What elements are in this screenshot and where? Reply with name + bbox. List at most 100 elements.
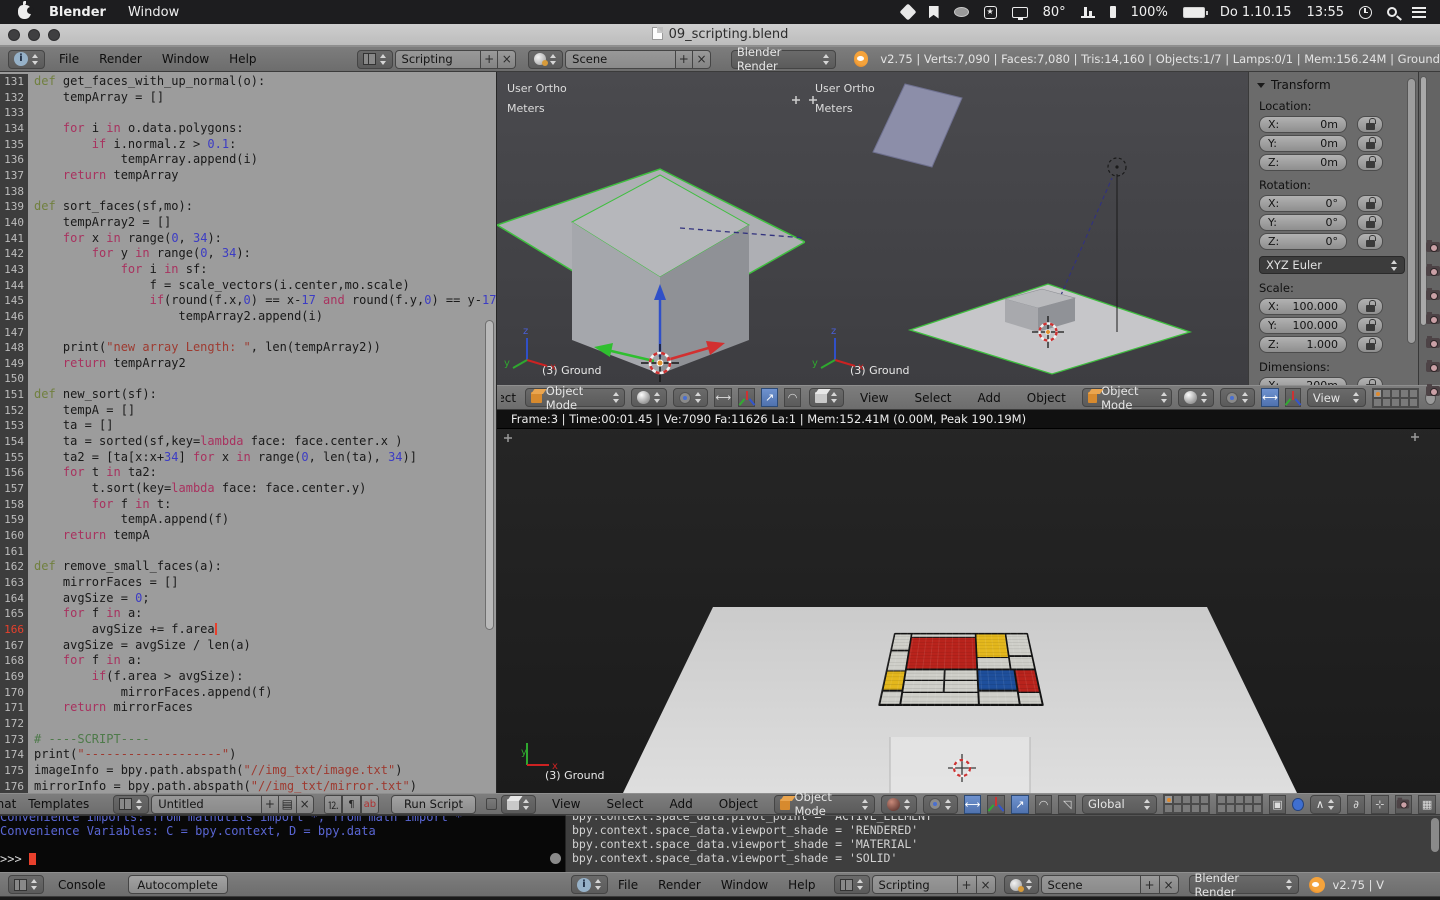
code-line[interactable]: 131def get_faces_with_up_normal(o): [0,74,496,90]
info-log[interactable]: bpy.context.space_data.pivot_point = 'AC… [565,815,1440,872]
code-line[interactable]: 158 for f in t: [0,497,496,513]
help-menu[interactable]: Help [788,878,815,892]
transform-value-field[interactable]: Y:100.000 [1259,317,1347,334]
code-line[interactable]: 169 if(f.area > avgSize): [0,669,496,685]
manipulate-center-points-toggle[interactable]: ⟷ [964,795,982,814]
lock-toggle[interactable] [1357,214,1383,231]
editor-type-select[interactable] [809,388,844,407]
add-menu[interactable]: Add [670,797,693,811]
register-checkbox[interactable] [486,798,497,810]
mode-select[interactable]: Object Mode [525,388,625,407]
snap-magnet-icon[interactable]: ∂ [1347,795,1365,814]
layer-cell[interactable] [1373,389,1382,398]
lock-toggle[interactable] [1357,195,1383,212]
pivot-select[interactable] [673,388,708,407]
code-line[interactable]: 167 avgSize = avgSize / len(a) [0,638,496,654]
window-menu-blender[interactable]: Window [721,878,768,892]
code-line[interactable]: 163 mirrorFaces = [] [0,575,496,591]
add-layout-button[interactable]: + [481,50,499,69]
code-line[interactable]: 175imageInfo = bpy.path.abspath("//img_t… [0,763,496,779]
delete-scene-button[interactable]: × [1160,875,1179,894]
layer-cell[interactable] [1173,795,1182,804]
lock-toggle[interactable] [1357,233,1383,250]
viewport-top-right[interactable]: z x y User Ortho Meters (3) Ground [805,72,1248,385]
code-line[interactable]: 133 [0,105,496,121]
add-layout-button[interactable]: + [958,875,977,894]
transform-value-field[interactable]: Y:0° [1259,214,1347,231]
scale-manipulator-button[interactable]: ◹ [1058,795,1076,814]
dropbox-icon[interactable] [899,4,916,21]
pivot-select[interactable] [1220,388,1255,407]
code-line[interactable]: 153 ta = [] [0,418,496,434]
code-line[interactable]: 165 for f in a: [0,606,496,622]
code-line[interactable]: 134 for i in o.data.polygons: [0,121,496,137]
editor-type-button[interactable]: i [8,50,45,69]
translate-manipulator-button[interactable]: ↗ [761,388,778,407]
code-line[interactable]: 143 for i in sf: [0,262,496,278]
lego-mondrian-mosaic[interactable] [878,633,1044,706]
code-line[interactable]: 140 tempArray2 = [] [0,215,496,231]
lock-toggle[interactable] [1357,377,1383,385]
scene-field[interactable]: Scene [1041,875,1141,894]
scene-field[interactable]: Scene [565,50,675,69]
viewport-shading-select[interactable] [881,795,917,814]
translate-manipulator-button[interactable]: ↗ [1011,795,1029,814]
text-editor[interactable]: 131def get_faces_with_up_normal(o):132 t… [0,72,497,793]
code-line[interactable]: 144 f = scale_vectors(i.center,mo.scale) [0,278,496,294]
layer-cell[interactable] [1182,804,1191,813]
layer-cell[interactable] [1173,804,1182,813]
manipulate-center-points-toggle[interactable]: ⟷ [1261,388,1279,407]
transform-value-field[interactable]: X:100.000 [1259,298,1347,315]
object-menu[interactable]: Object [719,797,758,811]
scene-icon-button[interactable] [528,50,563,69]
layers-grid-2[interactable] [1216,794,1263,814]
editor-type-select[interactable] [501,795,536,814]
viewport-shading-select[interactable] [631,388,667,407]
properties-tab-camera-icon[interactable] [1426,314,1440,324]
layer-cell[interactable] [1164,804,1173,813]
layer-cell[interactable] [1382,398,1391,407]
viewport-main[interactable]: y x (3) Ground [497,410,1440,793]
code-line[interactable]: 170 mirrorFaces.append(f) [0,685,496,701]
volume-bar-icon[interactable] [1110,6,1116,18]
code-line[interactable]: 132 tempArray = [] [0,90,496,106]
editor-type-button[interactable]: i [571,875,608,894]
code-line[interactable]: 139def sort_faces(sf,mo): [0,199,496,215]
open-text-button[interactable]: ▤ [279,795,296,814]
layer-cell[interactable] [1400,398,1409,407]
mode-select[interactable]: Object Mode [774,795,875,814]
disc-icon[interactable] [954,7,969,17]
temperature-status[interactable]: 80° [1043,5,1066,20]
render-menu[interactable]: Render [99,52,142,66]
lock-toggle[interactable] [1357,116,1383,133]
help-menu[interactable]: Help [229,52,256,66]
code-line[interactable]: 155 ta2 = [ta[x:x+34] for x in range(0, … [0,450,496,466]
layer-cell[interactable] [1253,795,1262,804]
layer-cell[interactable] [1182,795,1191,804]
menubar-date[interactable]: Do 1.10.15 [1220,5,1292,20]
code-line[interactable]: 142 for y in range(0, 34): [0,246,496,262]
pivot-select[interactable] [923,795,958,814]
bookmark-icon[interactable] [929,6,939,19]
transform-value-field[interactable]: Y:0m [1259,135,1347,152]
code-line[interactable]: 166 avgSize += f.area [0,622,496,638]
lock-toggle[interactable] [1357,336,1383,353]
notification-center-icon[interactable] [1412,7,1426,18]
layers-grid[interactable] [1372,388,1419,408]
render-menu[interactable]: Render [658,878,701,892]
screen-layout-icon-button[interactable] [357,50,393,69]
layer-cell[interactable] [1200,804,1209,813]
file-menu[interactable]: File [618,878,638,892]
battery-percent[interactable]: 100% [1131,5,1168,20]
layer-cell[interactable] [1217,804,1226,813]
add-menu[interactable]: Add [978,391,1001,405]
app-store-icon[interactable]: ★ [984,6,997,19]
layer-cell[interactable] [1400,389,1409,398]
layer-cell[interactable] [1409,389,1418,398]
properties-tab-camera-icon[interactable] [1426,242,1440,252]
layer-cell[interactable] [1200,795,1209,804]
code-line[interactable]: 173# ----SCRIPT---- [0,732,496,748]
code-line[interactable]: 176mirrorInfo = bpy.path.abspath("//img_… [0,779,496,793]
render-engine-select[interactable]: Blender Render [1189,875,1299,894]
properties-tab-camera-icon[interactable] [1426,266,1440,276]
